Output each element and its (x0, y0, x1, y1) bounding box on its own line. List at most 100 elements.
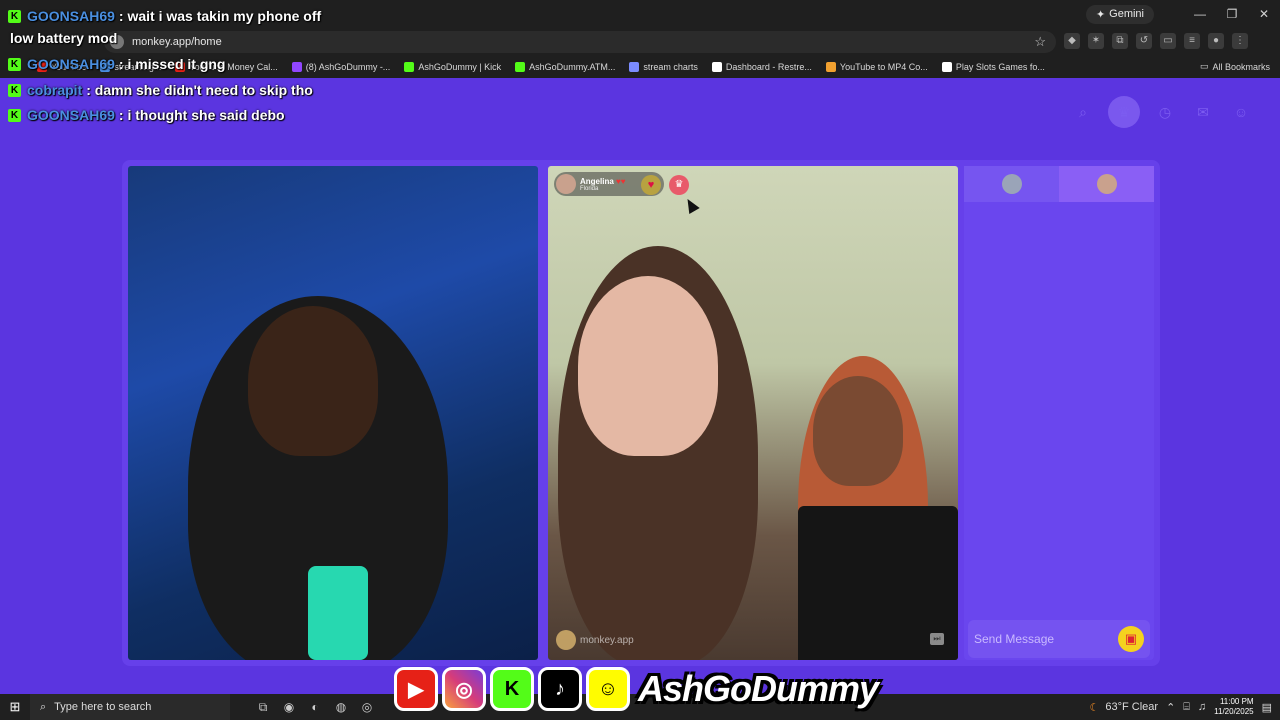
chat-message: low battery mod (10, 30, 118, 46)
chat-username: GOONSAH69 (27, 56, 115, 72)
clock-date: 11/20/2025 (1214, 707, 1254, 716)
gemini-button[interactable]: ✦ Gemini (1085, 4, 1154, 24)
system-tray: ☾ 63°F Clear ⌃ ⌸ ♫ 11:00 PM 11/20/2025 ▤ (1089, 694, 1280, 720)
gemini-sparkle-icon: ✦ (1095, 8, 1106, 21)
all-bookmarks-button[interactable]: ▭ All Bookmarks (1200, 61, 1270, 72)
bookmark-item[interactable]: AshGoDummy | Kick (397, 62, 508, 72)
remote-person-1-face (578, 276, 718, 456)
self-avatar-tab[interactable] (964, 166, 1059, 202)
bookmark-item[interactable]: stream charts (622, 62, 705, 72)
chevron-up-icon[interactable]: ⌃ (1166, 701, 1175, 714)
profile-avatar[interactable]: ● (1208, 33, 1224, 49)
message-input[interactable]: Send Message ▣ (968, 620, 1150, 658)
bookmark-item[interactable]: (8) AshGoDummy -... (285, 62, 398, 72)
app-icon[interactable]: ◉ (276, 700, 302, 714)
chat-username: GOONSAH69 (27, 107, 115, 123)
bookmark-item[interactable]: AshGoDummy.ATM... (508, 62, 622, 72)
tab-search-icon[interactable]: ▭ (1160, 33, 1176, 49)
peer-avatar[interactable] (556, 174, 576, 194)
address-bar[interactable]: monkey.app/home ☆ (104, 31, 1056, 53)
clock[interactable]: 11:00 PM 11/20/2025 (1214, 697, 1253, 717)
kick-icon: K (8, 83, 21, 97)
remote-video (548, 166, 958, 660)
peer-avatar-small (1096, 174, 1117, 194)
media-icon[interactable]: ≡ (1184, 33, 1200, 49)
bookmark-label: Dashboard - Restre... (725, 62, 812, 72)
like-heart-icon[interactable]: ♥ (641, 175, 661, 195)
notification-icon[interactable]: ▤ (1262, 701, 1272, 714)
search-icon: ⌕ (40, 700, 47, 713)
chat-message: : i thought she said debo (118, 107, 285, 123)
kick-logo-icon: K (490, 667, 534, 711)
remote-person-2-face (813, 376, 903, 486)
app-nav-icons: ⌕ ♛ ◷ ✉ ☺ (1070, 96, 1254, 128)
self-avatar (1001, 174, 1022, 194)
bookmark-star-icon[interactable]: ☆ (1034, 34, 1046, 50)
extension-icons: ◆ ✶ ⧉ ↺ ▭ ≡ ● ⋮ (1064, 33, 1248, 49)
chat-side-panel (964, 166, 1154, 660)
address-url[interactable]: monkey.app/home (132, 36, 1034, 48)
restore-button[interactable]: ❐ (1216, 7, 1248, 21)
home-icon[interactable]: ♛ (1108, 96, 1140, 128)
messages-icon[interactable]: ✉ (1190, 99, 1216, 125)
close-button[interactable]: ✕ (1248, 7, 1280, 21)
bookmark-favicon-icon (291, 62, 302, 72)
chat-line: low battery mod (10, 30, 117, 46)
weather-widget[interactable]: ☾ 63°F Clear (1089, 701, 1158, 714)
chat-line: K GOONSAH69 : i thought she said debo (8, 107, 285, 123)
search-icon[interactable]: ⌕ (1070, 99, 1096, 125)
kick-icon: K (8, 57, 21, 71)
weather-icon: ☾ (1089, 701, 1100, 714)
monkey-logo-icon (556, 630, 576, 650)
peer-location: Florida (580, 185, 599, 192)
clock-time: 11:00 PM (1219, 697, 1254, 706)
browser-toolbar: monkey.app/home ☆ ◆ ✶ ⧉ ↺ ▭ ≡ ● ⋮ (0, 28, 1280, 56)
volume-icon[interactable]: ♫ (1198, 701, 1206, 713)
folder-icon: ▭ (1199, 61, 1209, 71)
obs-icon[interactable]: ◎ (354, 700, 380, 714)
side-panel-tabs (964, 166, 1154, 202)
network-icon[interactable]: ⌸ (1183, 701, 1190, 714)
peer-avatar-tab[interactable] (1059, 166, 1154, 202)
bookmark-favicon-icon (629, 62, 640, 72)
extension-icon[interactable]: ◆ (1064, 33, 1080, 49)
chat-message: : i missed it gng (118, 56, 226, 72)
kick-icon: K (8, 108, 21, 122)
bookmark-item[interactable]: Dashboard - Restre... (705, 62, 819, 72)
puzzle-icon[interactable]: ⧉ (1112, 33, 1128, 49)
bookmark-item[interactable]: Play Slots Games fo... (935, 62, 1052, 72)
weather-text: 63°F Clear (1105, 701, 1159, 713)
microphone (308, 566, 368, 660)
gift-button-icon[interactable]: ▣ (1118, 626, 1144, 652)
gift-icon[interactable]: ♛ (669, 175, 689, 195)
minimize-button[interactable]: — (1184, 7, 1216, 21)
bookmark-favicon-icon (404, 62, 415, 72)
windows-start-icon[interactable]: ⊞ (0, 699, 30, 715)
taskbar-search[interactable]: ⌕ Type here to search (30, 694, 230, 720)
taskbar-search-placeholder[interactable]: Type here to search (54, 701, 151, 713)
menu-dots-icon[interactable]: ⋮ (1232, 33, 1248, 49)
chat-line: K cobrapit : damn she didn't need to ski… (8, 82, 313, 98)
local-face (248, 306, 378, 456)
bookmark-label: AshGoDummy | Kick (418, 62, 502, 72)
bookmark-label: Play Slots Games fo... (955, 62, 1045, 72)
history-icon[interactable]: ↺ (1136, 33, 1152, 49)
bookmark-item[interactable]: YouTube to MP4 Co... (819, 62, 935, 72)
chat-line: K GOONSAH69 : wait i was takin my phone … (8, 8, 321, 24)
task-view-icon[interactable]: ⧉ (250, 700, 276, 715)
history-icon[interactable]: ◷ (1152, 99, 1178, 125)
bookmark-label: AshGoDummy.ATM... (529, 62, 616, 72)
bookmark-label: stream charts (643, 62, 698, 72)
chat-message: : damn she didn't need to skip tho (86, 82, 313, 98)
gemini-label: Gemini (1109, 8, 1144, 20)
steam-icon[interactable]: ◐ (302, 700, 328, 714)
app-watermark: monkey.app (556, 630, 634, 650)
message-placeholder[interactable]: Send Message (974, 632, 1118, 646)
chat-message: : wait i was takin my phone off (118, 8, 322, 24)
profile-icon[interactable]: ☺ (1228, 99, 1254, 125)
skip-icon[interactable]: ⏭ (930, 633, 944, 645)
chrome-icon[interactable]: ◍ (328, 700, 354, 714)
stream-branding: ▶ ◎ K ♪ ☺ AshGoDummy (394, 664, 879, 714)
snapchat-icon: ☺ (586, 667, 630, 711)
extension-icon[interactable]: ✶ (1088, 33, 1104, 49)
